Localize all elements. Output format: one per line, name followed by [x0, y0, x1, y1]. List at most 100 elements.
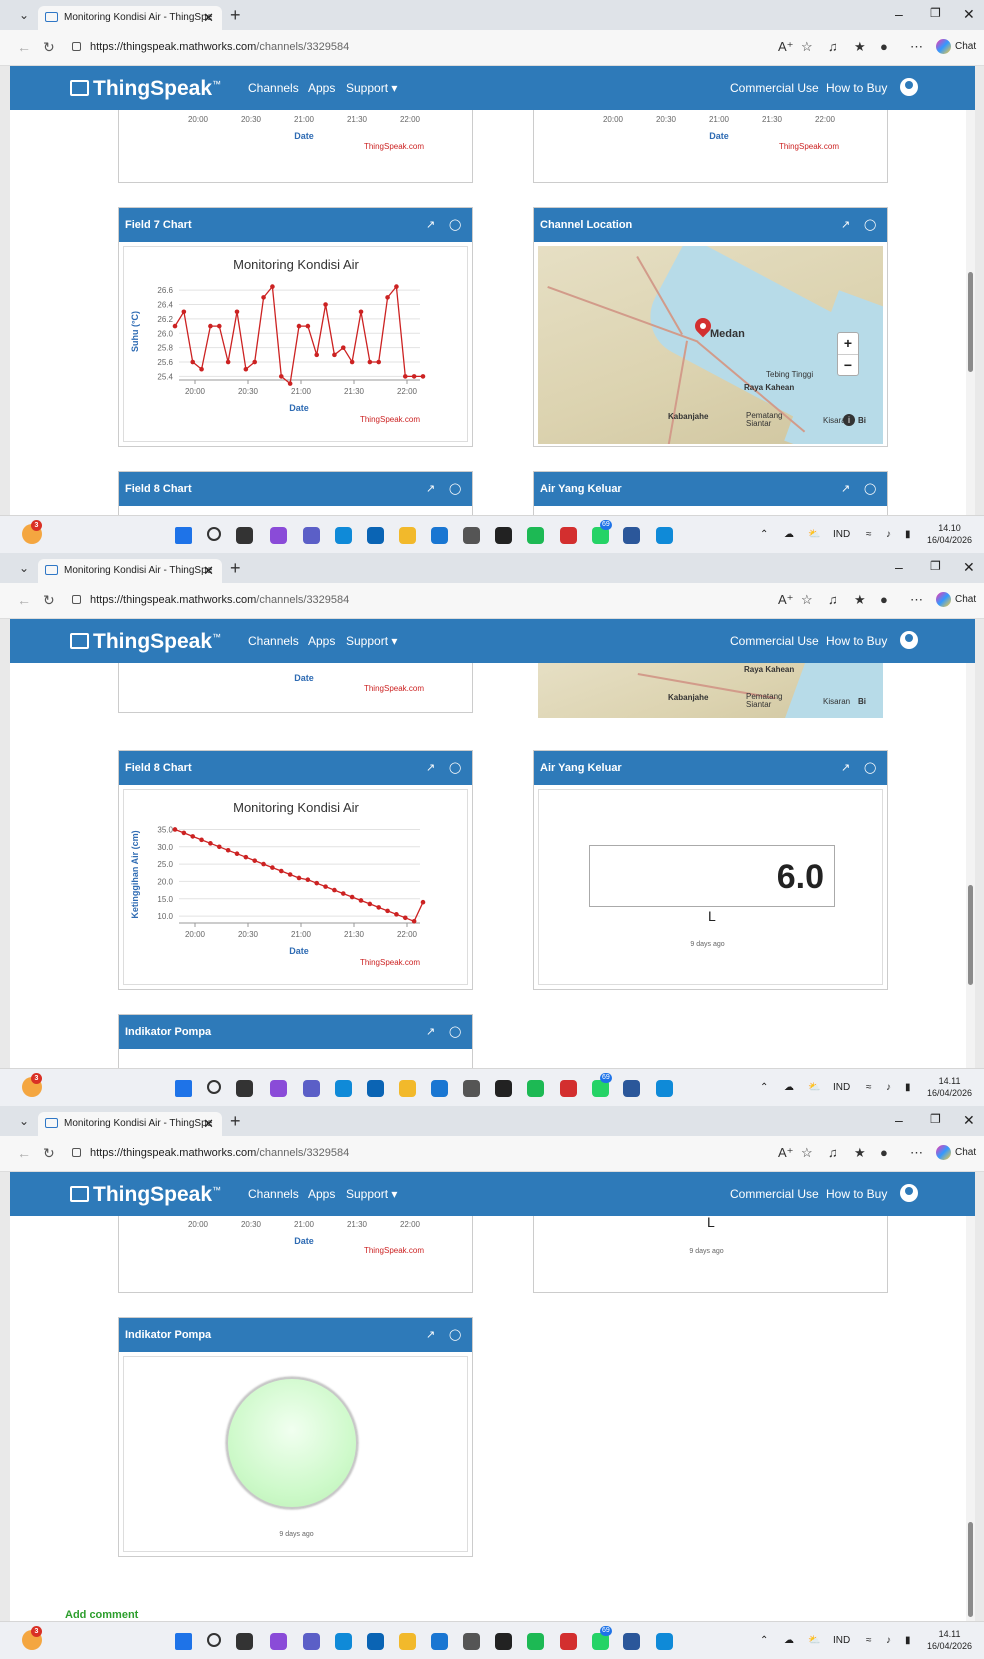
camera-icon[interactable]	[463, 527, 480, 544]
open-external-icon[interactable]: ↗	[426, 1015, 435, 1049]
tab-actions-chevron-icon[interactable]: ⌄	[13, 561, 35, 579]
wps-icon[interactable]	[560, 1633, 577, 1650]
map-info-icon[interactable]: i	[843, 414, 855, 426]
scrollbar-thumb[interactable]	[968, 272, 973, 372]
show-hidden-icons[interactable]: ⌃	[760, 1082, 768, 1093]
favorite-star-icon[interactable]: ☆	[801, 1145, 813, 1161]
profile-icon[interactable]: ●	[880, 592, 888, 607]
close-window-button[interactable]: ✕	[963, 6, 975, 23]
profile-icon[interactable]: ●	[880, 39, 888, 54]
tab-actions-chevron-icon[interactable]: ⌄	[13, 1114, 35, 1132]
media-icon[interactable]	[495, 1633, 512, 1650]
weather-icon[interactable]: 3	[22, 520, 42, 544]
open-external-icon[interactable]: ↗	[841, 208, 850, 242]
minimize-button[interactable]: –	[895, 6, 903, 22]
nav-commercial-use[interactable]: Commercial Use	[730, 81, 819, 95]
close-tab-icon[interactable]: ✕	[203, 559, 214, 583]
read-aloud-icon[interactable]: A⁺	[778, 39, 794, 55]
close-tab-icon[interactable]: ✕	[203, 1112, 214, 1136]
more-menu-icon[interactable]: ⋯	[910, 39, 923, 55]
browser-tab[interactable]: Monitoring Kondisi Air - ThingSpe ✕	[38, 6, 222, 30]
user-avatar-icon[interactable]	[900, 631, 918, 649]
wifi-icon[interactable]: ≈	[866, 1635, 872, 1646]
thingspeak-logo[interactable]: ThingSpeak™	[70, 630, 221, 654]
open-external-icon[interactable]: ↗	[841, 472, 850, 506]
camera-icon[interactable]	[463, 1633, 480, 1650]
nav-channels[interactable]: Channels	[248, 81, 299, 95]
refresh-icon[interactable]: ↻	[43, 1145, 55, 1162]
page-scrollbar[interactable]	[966, 1172, 975, 1621]
weather-icon[interactable]: 3	[22, 1073, 42, 1097]
page-scrollbar[interactable]	[966, 66, 975, 515]
extensions-icon[interactable]: ♫	[828, 39, 838, 54]
thingspeak-logo[interactable]: ThingSpeak™	[70, 1183, 221, 1207]
spotify-icon[interactable]	[527, 527, 544, 544]
browser-tab[interactable]: Monitoring Kondisi Air - ThingSpe ✕	[38, 559, 222, 583]
new-tab-button[interactable]: +	[230, 1111, 241, 1132]
task-view-icon[interactable]	[236, 1080, 253, 1097]
volume-icon[interactable]: ♪	[886, 529, 891, 540]
restore-button[interactable]: ❐	[930, 1112, 941, 1126]
task-view-icon[interactable]	[236, 1633, 253, 1650]
battery-icon[interactable]: ▮	[905, 529, 911, 540]
page-scrollbar[interactable]	[966, 619, 975, 1068]
copilot-chat-button[interactable]: Chat	[936, 592, 976, 607]
nav-channels[interactable]: Channels	[248, 634, 299, 648]
scrollbar-thumb[interactable]	[968, 885, 973, 985]
nav-apps[interactable]: Apps	[308, 1187, 335, 1201]
cloud-sync-icon[interactable]: ⛅	[808, 529, 820, 540]
user-avatar-icon[interactable]	[900, 1184, 918, 1202]
favorite-star-icon[interactable]: ☆	[801, 39, 813, 55]
wifi-icon[interactable]: ≈	[866, 529, 872, 540]
system-clock[interactable]: 14.10 16/04/2026	[927, 522, 972, 546]
location-map[interactable]: Medan Tebing Tinggi Raya Kahean Kabanjah…	[538, 246, 883, 444]
comment-icon[interactable]: ◯	[449, 751, 461, 785]
system-clock[interactable]: 14.11 16/04/2026	[927, 1628, 972, 1652]
close-window-button[interactable]: ✕	[963, 1112, 975, 1129]
volume-icon[interactable]: ♪	[886, 1082, 891, 1093]
close-window-button[interactable]: ✕	[963, 559, 975, 576]
minimize-button[interactable]: –	[895, 559, 903, 575]
comment-icon[interactable]: ◯	[449, 1015, 461, 1049]
edge-beta-icon[interactable]	[656, 1080, 673, 1097]
more-menu-icon[interactable]: ⋯	[910, 1145, 923, 1161]
comment-icon[interactable]: ◯	[449, 472, 461, 506]
whatsapp-icon[interactable]: 69	[592, 1626, 612, 1650]
add-comment-link[interactable]: Add comment	[65, 1609, 138, 1621]
word-icon[interactable]	[623, 1080, 640, 1097]
url-field[interactable]: https://thingspeak.mathworks.com/channel…	[66, 1142, 776, 1166]
new-tab-button[interactable]: +	[230, 5, 241, 26]
comment-icon[interactable]: ◯	[449, 1318, 461, 1352]
teams-icon[interactable]	[303, 527, 320, 544]
back-arrow-icon[interactable]: ←	[17, 592, 31, 608]
copilot-icon[interactable]	[270, 1633, 287, 1650]
language-indicator[interactable]: IND	[833, 1635, 850, 1646]
cloud-sync-icon[interactable]: ⛅	[808, 1082, 820, 1093]
restore-button[interactable]: ❐	[930, 6, 941, 20]
teams-icon[interactable]	[303, 1633, 320, 1650]
app-icon[interactable]	[431, 1633, 448, 1650]
favorites-icon[interactable]: ★	[854, 1145, 866, 1161]
battery-icon[interactable]: ▮	[905, 1635, 911, 1646]
edge-beta-icon[interactable]	[656, 1633, 673, 1650]
search-icon[interactable]	[207, 1633, 221, 1647]
back-arrow-icon[interactable]: ←	[17, 39, 31, 55]
open-external-icon[interactable]: ↗	[426, 1318, 435, 1352]
app-icon[interactable]	[431, 527, 448, 544]
camera-icon[interactable]	[463, 1080, 480, 1097]
nav-channels[interactable]: Channels	[248, 1187, 299, 1201]
show-hidden-icons[interactable]: ⌃	[760, 1635, 768, 1646]
more-menu-icon[interactable]: ⋯	[910, 592, 923, 608]
url-field[interactable]: https://thingspeak.mathworks.com/channel…	[66, 36, 776, 60]
favorites-icon[interactable]: ★	[854, 39, 866, 55]
zoom-out-button[interactable]: −	[838, 355, 858, 376]
edge-icon[interactable]	[335, 527, 352, 544]
onedrive-icon[interactable]: ☁	[784, 1082, 794, 1093]
wps-icon[interactable]	[560, 1080, 577, 1097]
volume-icon[interactable]: ♪	[886, 1635, 891, 1646]
read-aloud-icon[interactable]: A⁺	[778, 592, 794, 608]
file-explorer-icon[interactable]	[399, 1633, 416, 1650]
browser-tab[interactable]: Monitoring Kondisi Air - ThingSpe ✕	[38, 1112, 222, 1136]
close-tab-icon[interactable]: ✕	[203, 6, 214, 30]
comment-icon[interactable]: ◯	[864, 472, 876, 506]
